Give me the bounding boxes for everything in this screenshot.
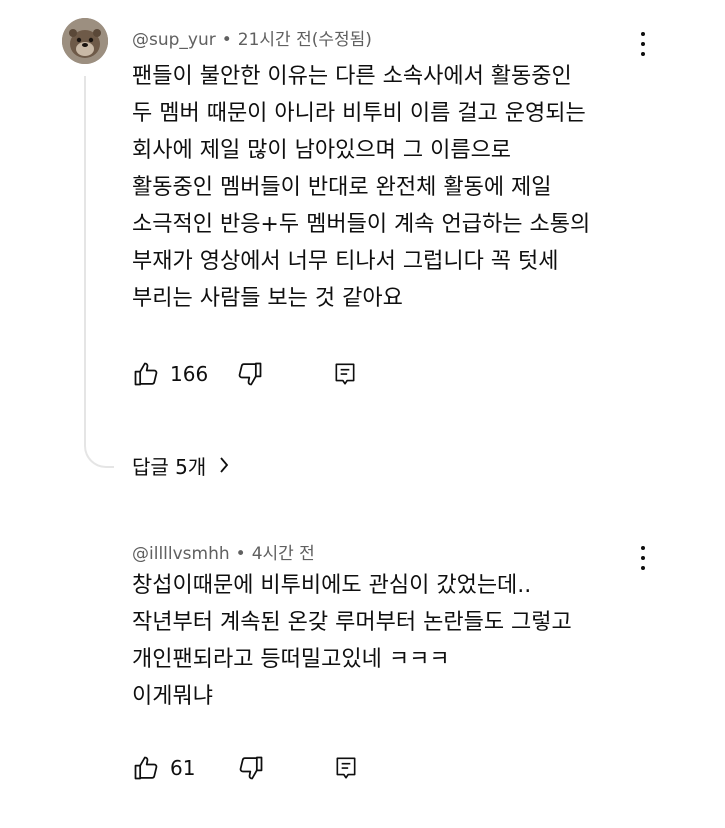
comment-line: 작년부터 계속된 온갖 루머부터 논란들도 그렇고 — [132, 610, 572, 635]
thumbs-down-icon — [240, 756, 263, 780]
comment-line: 부리는 사람들 보는 것 같아요 — [132, 286, 403, 311]
reply-comment-icon — [335, 363, 355, 385]
view-replies-button[interactable]: 답글 5개 — [132, 450, 230, 480]
like-button[interactable]: 61 — [132, 754, 195, 782]
comment-line: 두 멤버 때문이 아니라 비투비 이름 걸고 운영되는 — [132, 101, 586, 126]
meta-separator: • — [235, 544, 246, 564]
comment-line: 활동중인 멤버들이 반대로 완전체 활동에 제일 — [132, 175, 552, 200]
comment-line: 부재가 영상에서 너무 티나서 그럽니다 꼭 텃세 — [132, 249, 559, 274]
comment-author[interactable]: @sup_yur — [132, 30, 216, 50]
thread-connector — [84, 76, 114, 468]
comment-meta: @sup_yur • 21시간 전(수정됨) — [132, 25, 372, 50]
comment-actions: 166 — [132, 359, 358, 389]
thumbs-up-icon — [134, 756, 158, 780]
comment-time[interactable]: 21시간 전(수정됨) — [238, 30, 372, 50]
like-count: 61 — [170, 756, 196, 780]
comment-actions: 61 — [132, 753, 359, 783]
comment-line: 개인팬되라고 등떠밀고있네 ㅋㅋㅋ — [132, 647, 450, 672]
reply-button[interactable] — [333, 754, 359, 782]
comment-body: 팬들이 불안한 이유는 다른 소속사에서 활동중인 두 멤버 때문이 아니라 비… — [132, 58, 692, 317]
comment-line: 창섭이때문에 비투비에도 관심이 갔었는데.. — [132, 573, 532, 598]
reply-button[interactable] — [332, 360, 358, 388]
thumbs-down-icon — [238, 362, 262, 386]
avatar[interactable] — [62, 18, 108, 64]
like-button[interactable]: 166 — [132, 360, 208, 388]
comment-author[interactable]: @illllvsmhh — [132, 544, 230, 564]
dislike-button[interactable] — [237, 754, 265, 782]
comment-line: 소극적인 반응+두 멤버들이 계속 언급하는 소통의 — [132, 212, 591, 237]
comment-body: 창섭이때문에 비투비에도 관심이 갔었는데.. 작년부터 계속된 온갖 루머부터… — [132, 567, 692, 715]
comment-line: 이게뭐냐 — [132, 684, 213, 709]
replies-label: 답글 5개 — [132, 454, 207, 479]
like-count: 166 — [170, 362, 209, 386]
dislike-button[interactable] — [236, 360, 264, 388]
chevron-right-icon — [220, 457, 229, 473]
reply-comment-icon — [336, 757, 356, 779]
more-vertical-icon[interactable] — [636, 30, 650, 58]
thumbs-up-icon — [134, 362, 158, 386]
comment-line: 팬들이 불안한 이유는 다른 소속사에서 활동중인 — [132, 64, 572, 89]
meta-separator: • — [221, 30, 232, 50]
comment-meta: @illllvsmhh • 4시간 전 — [132, 539, 315, 564]
comment-line: 회사에 제일 많이 남아있으며 그 이름으로 — [132, 138, 512, 163]
comment-time[interactable]: 4시간 전 — [252, 544, 315, 564]
